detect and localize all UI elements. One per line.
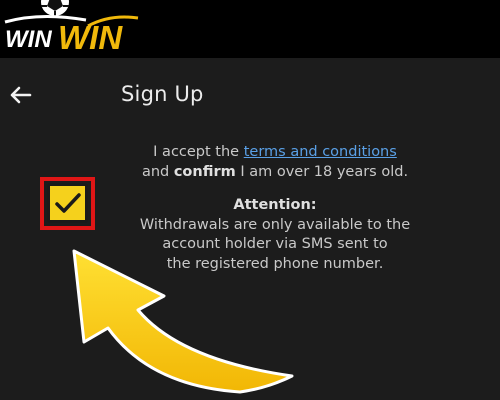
- consent-text-prefix: I accept the: [153, 144, 244, 160]
- soccer-ball-icon: [41, 0, 69, 16]
- winwin-logo[interactable]: WIN WIN: [0, 0, 150, 58]
- checkmark-icon: [55, 193, 81, 213]
- consent-text-confirm: confirm: [173, 163, 236, 180]
- logo-text-win-white: WIN: [5, 26, 52, 53]
- accept-terms-checkbox[interactable]: [47, 183, 88, 223]
- arrow-left-icon: [10, 86, 32, 104]
- attention-title: Attention:: [233, 197, 317, 213]
- consent-line-2: and confirm I am over 18 years old.: [130, 163, 420, 183]
- terms-and-conditions-link[interactable]: terms and conditions: [244, 144, 397, 160]
- attention-line-2: account holder via SMS sent to: [162, 236, 388, 252]
- consent-text-suffix: I am over 18 years old.: [235, 163, 409, 180]
- logo-text-win-gold: WIN: [58, 19, 123, 56]
- page-title: Sign Up: [121, 82, 204, 106]
- attention-line-3: the registered phone number.: [166, 255, 384, 272]
- back-button[interactable]: [6, 80, 36, 110]
- consent-text: I accept the terms and conditions and co…: [130, 143, 420, 274]
- attention-line-1: Withdrawals are only available to the: [139, 216, 411, 233]
- consent-line-1: I accept the terms and conditions: [130, 143, 420, 163]
- consent-text-and: and: [141, 163, 174, 180]
- top-bar: WIN WIN: [0, 0, 500, 58]
- signup-header: Sign Up: [0, 58, 500, 130]
